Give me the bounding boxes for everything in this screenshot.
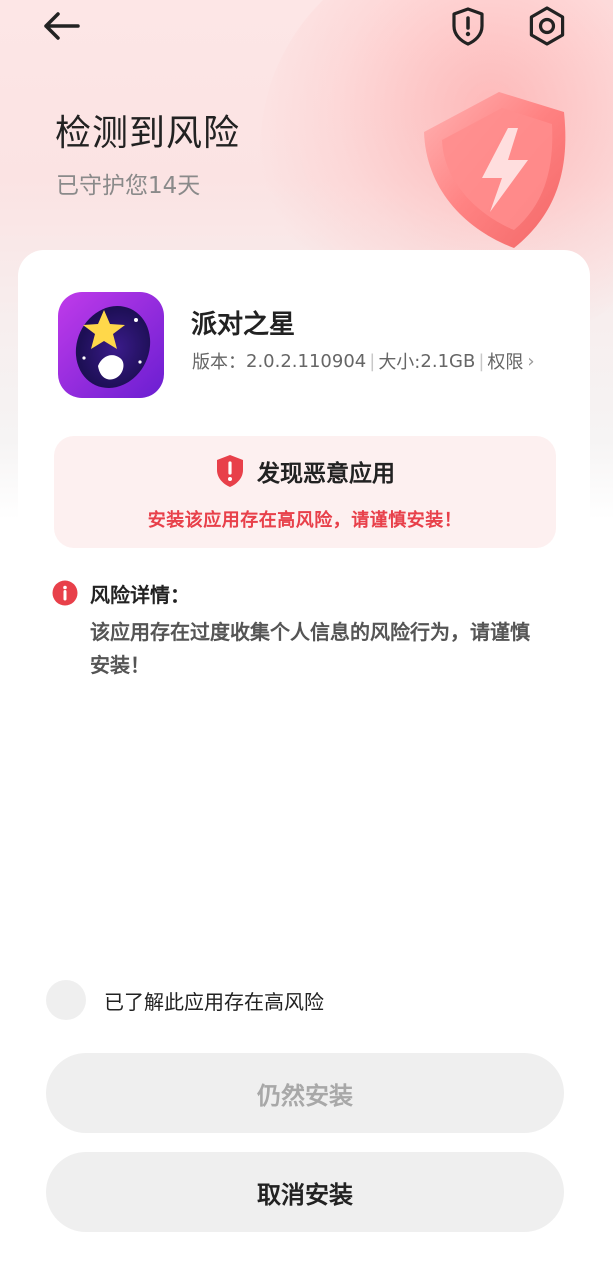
- size-label: 大小:: [378, 352, 421, 373]
- app-risk-card: 派对之星 版本： 2.0.2.110904 | 大小: 2.1GB | 权限 ›…: [18, 250, 590, 970]
- settings-button[interactable]: [523, 2, 571, 50]
- shield-exclamation-icon: [452, 7, 484, 46]
- cancel-install-button[interactable]: 取消安装: [46, 1152, 564, 1232]
- red-shield-exclamation-icon: [217, 455, 243, 487]
- app-name: 派对之星: [191, 310, 296, 340]
- permissions-link[interactable]: 权限: [487, 348, 523, 374]
- divider: |: [478, 350, 485, 372]
- acknowledge-label: 已了解此应用存在高风险: [104, 989, 324, 1014]
- install-risk-page: 检测到风险 已守护您14天 派对之星 版本： 2.0.2.110904 | 大小…: [0, 0, 613, 1264]
- divider: |: [369, 350, 376, 372]
- shield-lightning-icon: [424, 92, 566, 248]
- malicious-app-alert: 发现恶意应用 安装该应用存在高风险，请谨慎安装！: [54, 436, 556, 548]
- app-info-row[interactable]: 版本： 2.0.2.110904 | 大小: 2.1GB | 权限 ›: [192, 348, 535, 374]
- alert-title: 发现恶意应用: [257, 461, 395, 487]
- top-bar: [0, 0, 613, 56]
- gear-icon: [529, 6, 565, 46]
- back-button[interactable]: [38, 6, 86, 46]
- chevron-right-icon: ›: [527, 350, 535, 372]
- protection-days-text: 已守护您14天: [56, 173, 201, 199]
- version-label: 版本：: [192, 352, 246, 373]
- risk-detail-title: 风险详情：: [90, 583, 190, 607]
- security-risk-button[interactable]: [444, 2, 492, 50]
- risk-detail-text: 该应用存在过度收集个人信息的风险行为，请谨慎安装！: [90, 620, 530, 677]
- info-exclamation-icon: [52, 580, 78, 606]
- page-title: 检测到风险: [55, 113, 241, 154]
- party-star-app-icon: [58, 292, 164, 398]
- arrow-left-icon: [44, 12, 80, 40]
- size-value: 2.1GB: [420, 350, 476, 372]
- acknowledge-checkbox[interactable]: [46, 980, 86, 1020]
- install-anyway-button[interactable]: 仍然安装: [46, 1053, 564, 1133]
- version-value: 2.0.2.110904: [246, 350, 367, 372]
- acknowledge-risk-row[interactable]: 已了解此应用存在高风险: [46, 980, 324, 1020]
- alert-message: 安装该应用存在高风险，请谨慎安装！: [147, 510, 463, 531]
